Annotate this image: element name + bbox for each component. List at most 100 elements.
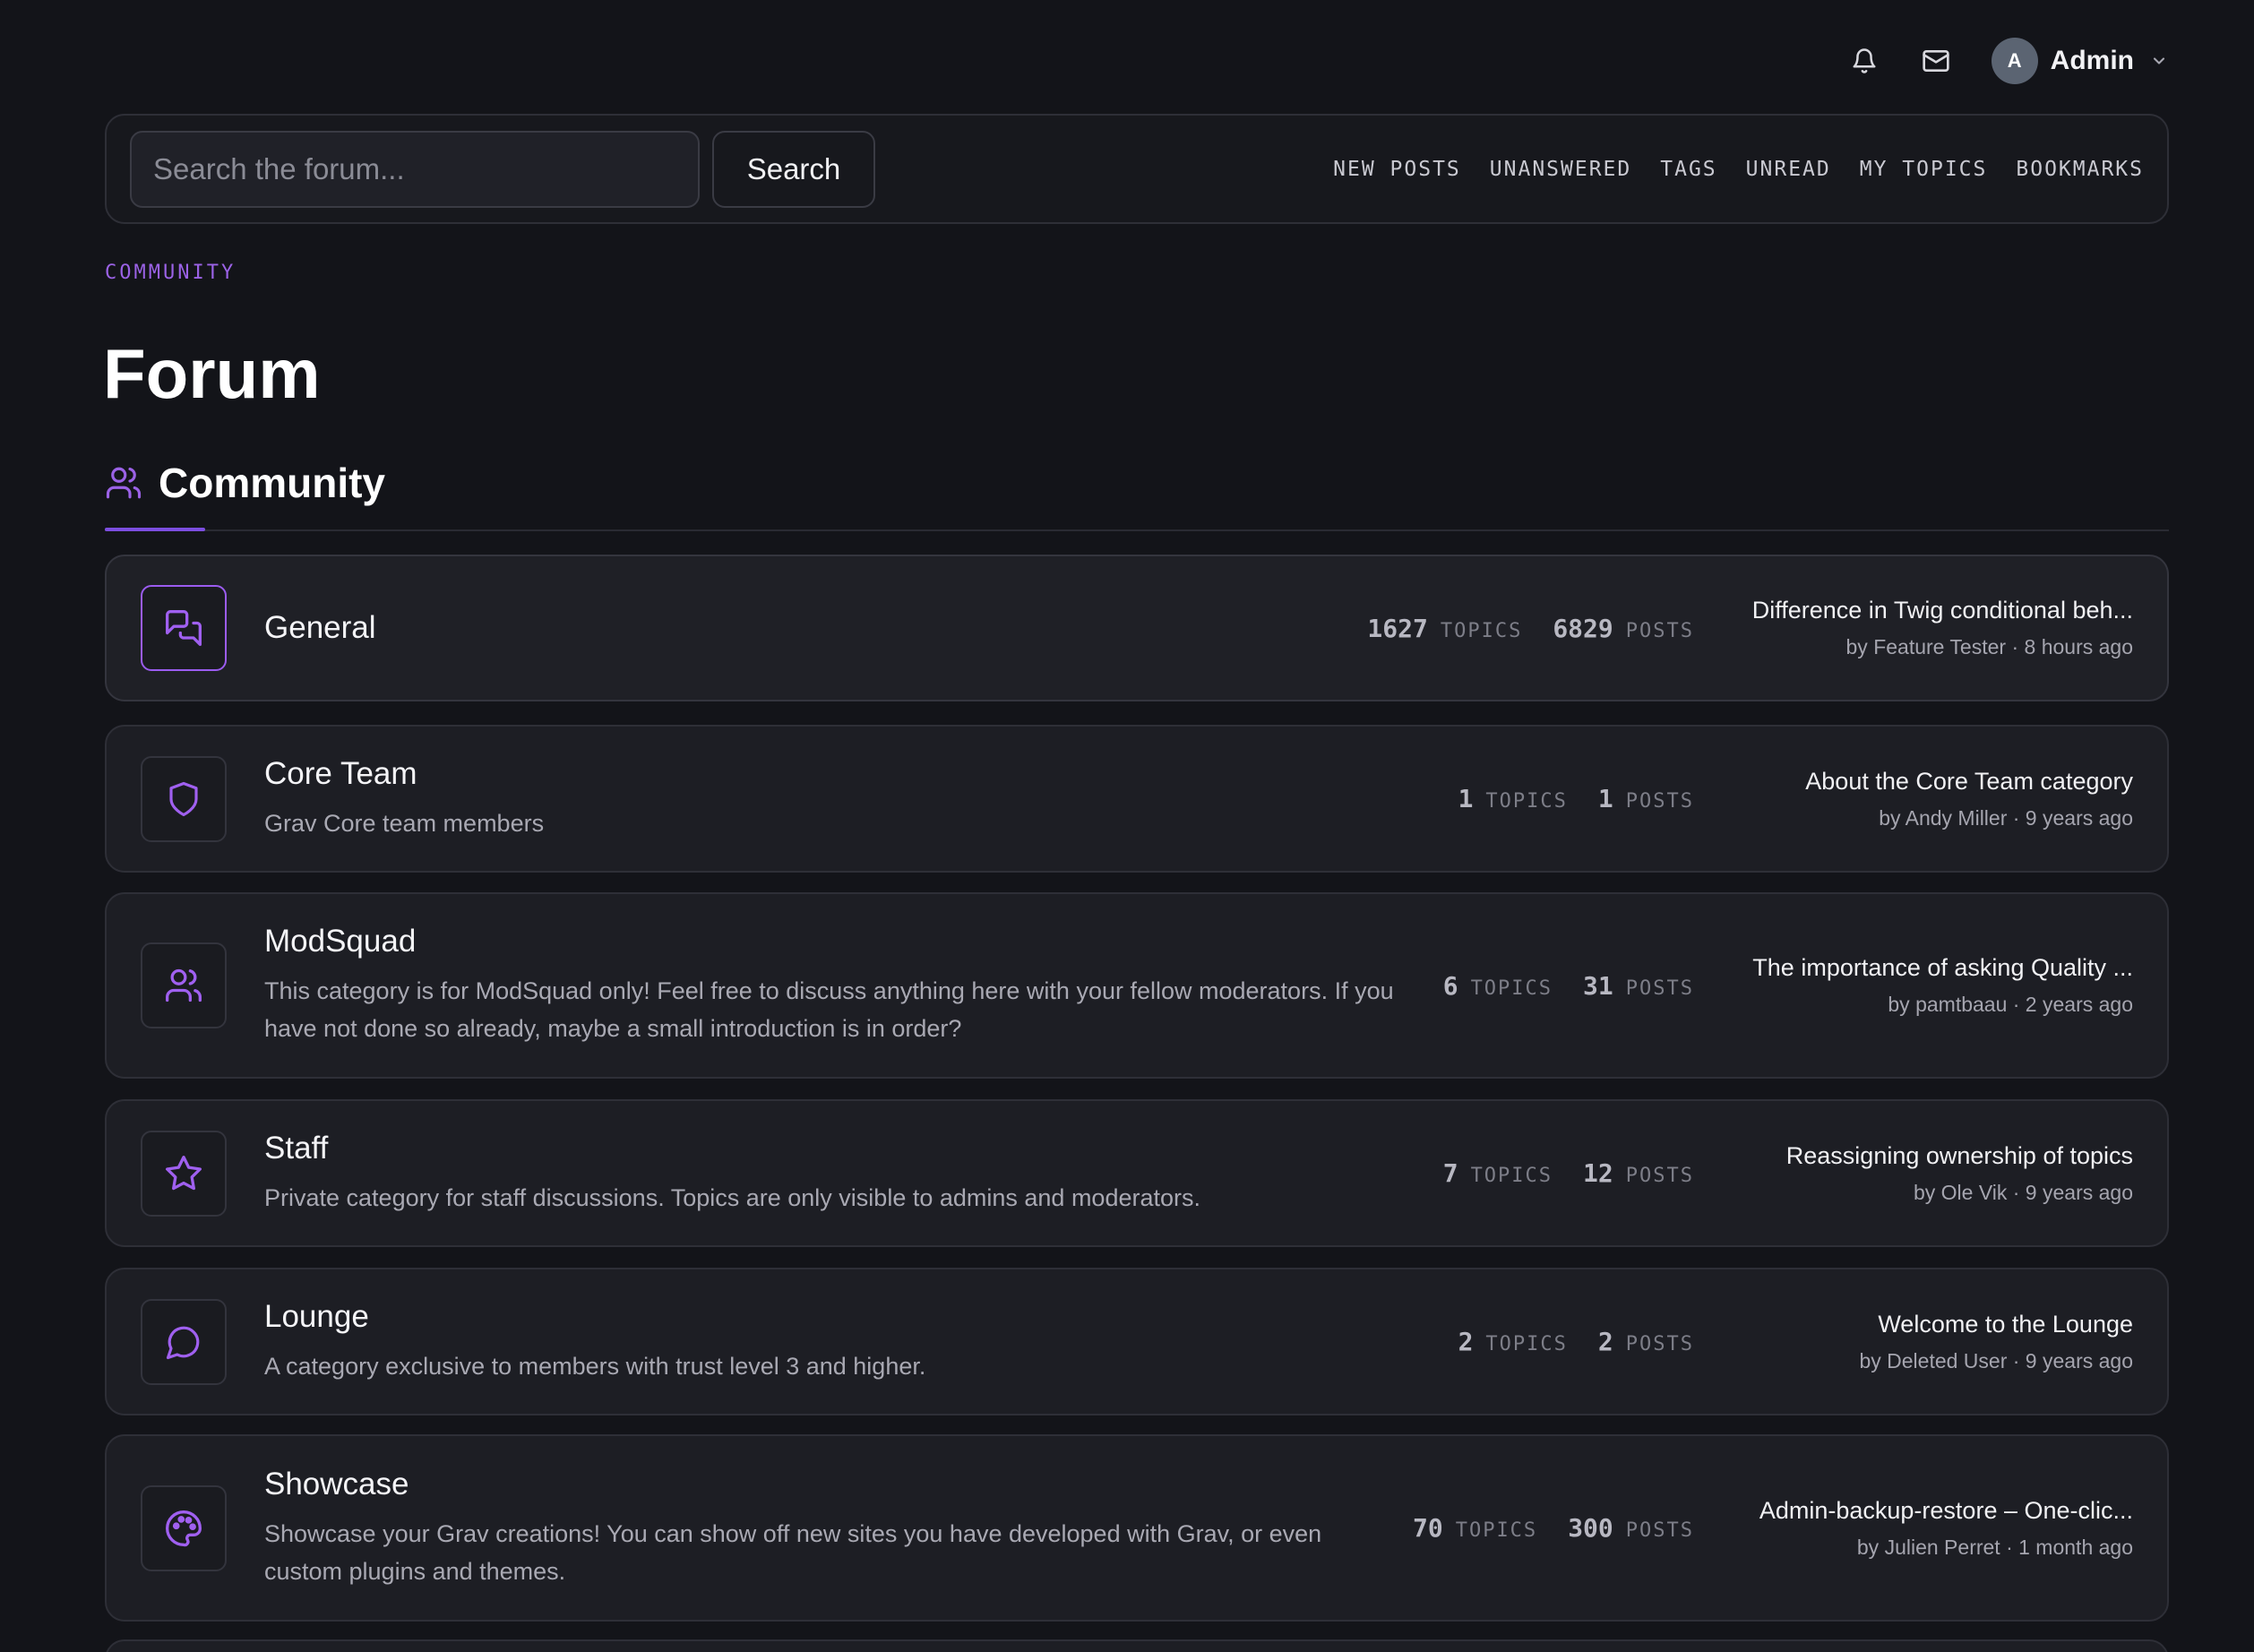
category-description: This category is for ModSquad only! Feel… [264,977,1394,1042]
category-name[interactable]: ModSquad [264,924,1407,959]
category-card-staff[interactable]: Staff Private category for staff discuss… [105,1099,2169,1247]
posts-stat: 1 POSTS [1598,784,1694,813]
nav-unanswered[interactable]: UNANSWERED [1490,158,1631,181]
posts-stat: 31 POSTS [1583,971,1694,1001]
mail-icon[interactable] [1920,45,1952,77]
topics-count: 2 [1458,1327,1474,1356]
page-title: Forum [103,334,321,413]
posts-label: POSTS [1625,1519,1694,1542]
nav-bookmarks[interactable]: BOOKMARKS [2016,158,2144,181]
category-text: Showcase Showcase your Grav creations! Y… [264,1467,1377,1590]
nav-tags[interactable]: TAGS [1660,158,1716,181]
posts-label: POSTS [1625,1165,1694,1187]
category-description: Private category for staff discussions. … [264,1183,1200,1211]
category-name[interactable]: Lounge [264,1299,1423,1335]
category-description: A category exclusive to members with tru… [264,1352,926,1380]
posts-stat: 2 POSTS [1598,1327,1694,1356]
latest-post: About the Core Team category by Andy Mil… [1730,768,2133,830]
category-text: Lounge A category exclusive to members w… [264,1299,1423,1385]
chevron-down-icon [2150,52,2168,70]
posts-stat: 12 POSTS [1583,1158,1694,1188]
category-card-core-team[interactable]: Core Team Grav Core team members 1 TOPIC… [105,725,2169,873]
posts-count: 2 [1597,1327,1613,1356]
users-icon [141,942,227,1028]
posts-stat: 300 POSTS [1568,1513,1694,1543]
topics-label: TOPICS [1470,1165,1553,1187]
category-text: Staff Private category for staff discuss… [264,1131,1407,1217]
latest-post-link[interactable]: Difference in Twig conditional beh... [1730,597,2133,624]
nav-unread[interactable]: UNREAD [1746,158,1831,181]
search-nav-bar: Search NEW POSTS UNANSWERED TAGS UNREAD … [105,114,2169,224]
avatar: A [1991,38,2038,84]
category-card-next[interactable] [105,1639,2169,1652]
category-card-showcase[interactable]: Showcase Showcase your Grav creations! Y… [105,1434,2169,1622]
posts-count: 31 [1583,970,1613,1001]
forum-nav: NEW POSTS UNANSWERED TAGS UNREAD MY TOPI… [1333,158,2144,181]
posts-label: POSTS [1625,977,1694,1000]
latest-post-link[interactable]: About the Core Team category [1730,768,2133,796]
user-menu[interactable]: A Admin [1991,38,2168,84]
posts-label: POSTS [1625,619,1694,642]
latest-post-meta: by Feature Tester · 8 hours ago [1845,635,2133,658]
category-card-lounge[interactable]: Lounge A category exclusive to members w… [105,1268,2169,1415]
category-name[interactable]: Showcase [264,1467,1377,1502]
search-input[interactable] [130,130,700,208]
top-bar: A Admin [1848,36,2168,86]
latest-post: Admin-backup-restore – One-clic... by Ju… [1730,1497,2133,1560]
category-card-general[interactable]: General 1627 TOPICS 6829 POSTS Differenc… [105,555,2169,701]
posts-stat: 6829 POSTS [1553,614,1694,643]
posts-count: 12 [1583,1158,1613,1188]
category-stats: 1 TOPICS 1 POSTS [1458,784,1694,813]
latest-post-meta: by Ole Vik · 9 years ago [1913,1180,2133,1204]
star-icon [141,1130,227,1217]
shield-icon [141,755,227,842]
latest-post: Difference in Twig conditional beh... by… [1730,597,2133,659]
section-accent-bar [105,528,205,531]
chat-bubbles-icon [141,585,227,671]
palette-icon [141,1484,227,1571]
category-text: ModSquad This category is for ModSquad o… [264,924,1407,1047]
topics-count: 70 [1412,1513,1443,1543]
category-name[interactable]: Core Team [264,756,1423,792]
latest-post-link[interactable]: Reassigning ownership of topics [1730,1142,2133,1170]
category-card-modsquad[interactable]: ModSquad This category is for ModSquad o… [105,892,2169,1079]
category-text: General [264,610,1331,646]
topics-stat: 1 TOPICS [1458,784,1568,813]
section-header: Community [105,459,385,507]
latest-post: Reassigning ownership of topics by Ole V… [1730,1142,2133,1205]
latest-post-meta: by pamtbaau · 2 years ago [1888,993,2133,1016]
topics-stat: 2 TOPICS [1458,1327,1568,1356]
topics-label: TOPICS [1485,1333,1568,1355]
category-stats: 6 TOPICS 31 POSTS [1443,971,1694,1001]
page-eyebrow: COMMUNITY [105,262,237,284]
posts-label: POSTS [1625,790,1694,813]
category-name[interactable]: General [264,610,1331,646]
category-name[interactable]: Staff [264,1131,1407,1166]
topics-label: TOPICS [1485,790,1568,813]
bell-icon[interactable] [1848,45,1880,77]
section-divider [105,529,2169,531]
nav-my-topics[interactable]: MY TOPICS [1860,158,1988,181]
posts-label: POSTS [1625,1333,1694,1355]
category-text: Core Team Grav Core team members [264,756,1423,842]
category-description: Showcase your Grav creations! You can sh… [264,1519,1322,1585]
section-title: Community [159,460,385,506]
latest-post-meta: by Andy Miller · 9 years ago [1879,805,2133,830]
topics-count: 1627 [1367,613,1428,643]
posts-count: 1 [1597,784,1613,813]
topics-label: TOPICS [1440,619,1523,642]
search-button[interactable]: Search [712,130,875,208]
category-stats: 2 TOPICS 2 POSTS [1458,1327,1694,1356]
latest-post-link[interactable]: The importance of asking Quality ... [1730,954,2133,982]
latest-post-link[interactable]: Admin-backup-restore – One-clic... [1730,1497,2133,1525]
users-icon [105,464,142,502]
latest-post-link[interactable]: Welcome to the Lounge [1730,1311,2133,1338]
posts-count: 6829 [1553,613,1613,643]
latest-post-meta: by Julien Perret · 1 month ago [1856,1535,2133,1559]
category-stats: 70 TOPICS 300 POSTS [1413,1513,1694,1543]
topics-label: TOPICS [1470,977,1553,1000]
nav-new-posts[interactable]: NEW POSTS [1333,158,1461,181]
topics-count: 6 [1442,970,1458,1001]
user-name: Admin [2050,46,2134,75]
category-stats: 1627 TOPICS 6829 POSTS [1367,614,1694,643]
